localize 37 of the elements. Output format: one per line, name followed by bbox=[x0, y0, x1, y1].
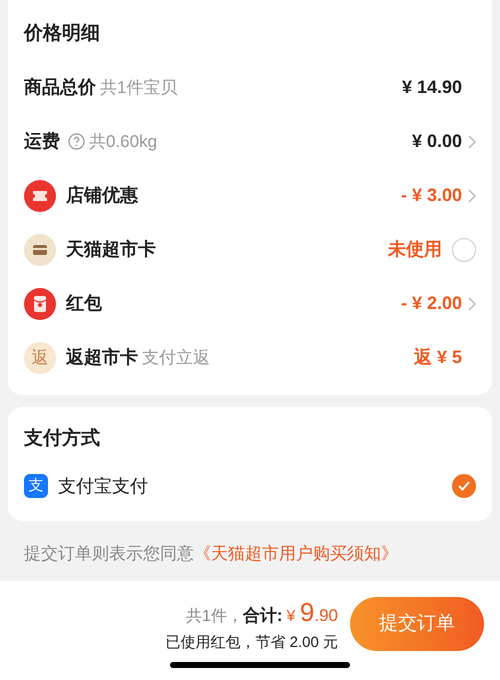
payment-method-label: 支付宝支付 bbox=[58, 474, 148, 498]
radio-button[interactable] bbox=[452, 474, 476, 498]
rebate-badge: 返 bbox=[24, 342, 56, 374]
row-note: 共1件宝贝 bbox=[100, 76, 178, 99]
row-label: 商品总价 bbox=[24, 76, 96, 99]
section-title: 价格明细 bbox=[24, 22, 101, 46]
submit-order-button[interactable]: 提交订单 bbox=[350, 596, 484, 651]
help-icon bbox=[68, 133, 85, 150]
row-label: 运费 bbox=[24, 130, 60, 153]
row-value: ¥ 14.90 bbox=[402, 76, 462, 99]
row-label: 红包 bbox=[66, 292, 102, 315]
row-label: 天猫超市卡 bbox=[66, 238, 156, 261]
envelope-icon bbox=[24, 288, 56, 320]
chevron-icon bbox=[468, 188, 476, 202]
row-value: 返 ¥ 5 bbox=[414, 346, 462, 369]
item-count: 共1件， bbox=[186, 608, 243, 627]
row-note: 支付立返 bbox=[142, 346, 210, 369]
row-value: - ¥ 3.00 bbox=[400, 184, 462, 207]
row-label: 返超市卡 bbox=[66, 346, 138, 369]
row-value: - ¥ 2.00 bbox=[400, 292, 462, 315]
row-label: 店铺优惠 bbox=[66, 184, 138, 207]
total-label: 合计: bbox=[242, 605, 283, 627]
ticket-icon bbox=[24, 180, 56, 212]
check-icon bbox=[458, 481, 470, 491]
agreement-link[interactable]: 《天猫超市用户购买须知》 bbox=[194, 544, 398, 563]
section-title: 支付方式 bbox=[24, 426, 101, 450]
total-price: ¥ 9.90 bbox=[286, 596, 338, 629]
alipay-badge: 支 bbox=[24, 474, 48, 498]
row-value: ¥ 0.00 bbox=[412, 130, 462, 153]
card-icon bbox=[24, 234, 56, 266]
agreement-text: 提交订单则表示您同意 bbox=[24, 544, 194, 563]
saving-note: 已使用红包，节省 2.00 元 bbox=[165, 633, 338, 653]
row-note: 共0.60kg bbox=[89, 130, 158, 153]
chevron-icon bbox=[468, 134, 476, 148]
radio-button[interactable] bbox=[452, 238, 476, 262]
chevron-icon bbox=[468, 296, 476, 310]
row-value: 未使用 bbox=[388, 238, 442, 261]
